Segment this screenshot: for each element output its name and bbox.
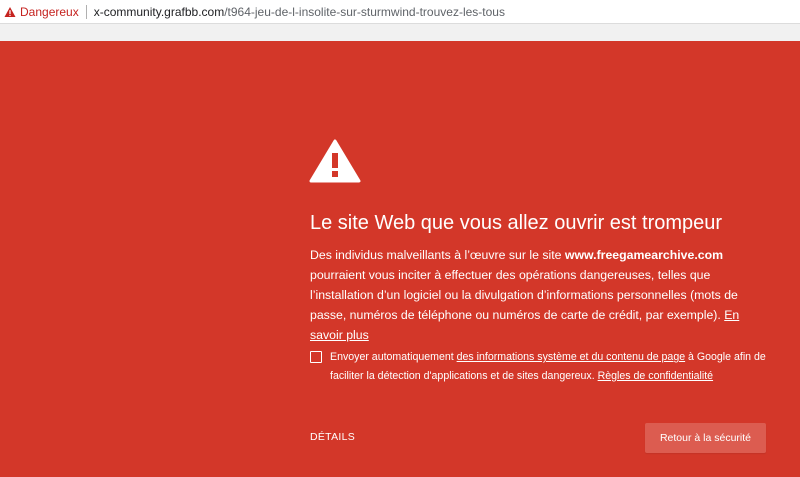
dangerous-site-name: www.freegamearchive.com	[564, 248, 724, 262]
url-path: /t964-jeu-de-l-insolite-sur-sturmwind-tr…	[224, 4, 505, 19]
system-info-link[interactable]: des informations système et du contenu d…	[457, 351, 686, 363]
toolbar-spacer	[0, 24, 800, 41]
security-label: Dangereux	[20, 4, 79, 19]
back-to-safety-button[interactable]: Retour à la sécurité	[645, 423, 766, 453]
browser-window: Dangereux x-community.grafbb.com/t964-je…	[0, 0, 800, 477]
page-title: Le site Web que vous allez ouvrir est tr…	[310, 212, 723, 234]
privacy-policy-link[interactable]: Règles de confidentialité	[598, 370, 713, 382]
extended-reporting-checkbox[interactable]	[310, 351, 322, 363]
url-host: x-community.grafbb.com	[93, 4, 225, 19]
warning-triangle-icon	[309, 139, 361, 183]
description-text-1: Des individus malveillants à l’œuvre sur…	[310, 248, 565, 262]
warning-triangle-icon	[4, 6, 16, 17]
warning-description: Des individus malveillants à l’œuvre sur…	[310, 245, 770, 345]
optin-text-1: Envoyer automatiquement	[330, 351, 457, 363]
optin-label: Envoyer automatiquement des informations…	[330, 348, 770, 386]
extended-reporting-optin: Envoyer automatiquement des informations…	[310, 348, 770, 386]
address-bar[interactable]: Dangereux x-community.grafbb.com/t964-je…	[0, 0, 800, 24]
url-text[interactable]: x-community.grafbb.com/t964-jeu-de-l-ins…	[94, 5, 505, 19]
details-button[interactable]: DÉTAILS	[310, 431, 355, 443]
security-indicator[interactable]: Dangereux	[0, 0, 79, 23]
address-bar-divider	[85, 4, 87, 19]
safe-browsing-interstitial: Le site Web que vous allez ouvrir est tr…	[0, 41, 800, 477]
description-text-2: pourraient vous inciter à effectuer des …	[310, 268, 738, 322]
